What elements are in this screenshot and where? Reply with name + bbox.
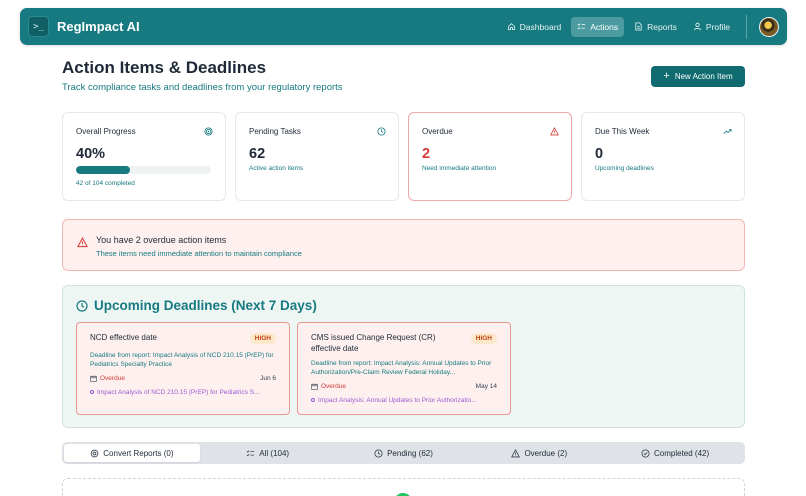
clock-icon [76, 299, 88, 312]
nav-label: Dashboard [519, 21, 562, 32]
calendar-icon [90, 375, 97, 382]
nav-divider [746, 14, 747, 39]
clock-icon [377, 127, 386, 136]
overdue-alert: You have 2 overdue action items These it… [62, 219, 745, 271]
stat-value: 62 [249, 146, 266, 162]
tab-label: Overdue (2) [524, 448, 568, 458]
stat-sub: Upcoming deadlines [595, 165, 654, 172]
plus-icon: + [663, 70, 670, 82]
report-icon [311, 398, 315, 403]
list-icon [246, 449, 255, 456]
tab-label: Completed (42) [654, 448, 710, 458]
list-check-icon [577, 23, 586, 30]
document-icon [635, 22, 642, 31]
stat-value: 0 [595, 146, 604, 162]
progress-fill [76, 166, 130, 174]
stat-card-overdue: Overdue 2 Need immediate attention [408, 112, 572, 201]
stat-card-overall-progress: Overall Progress 40% 42 of 104 completed [62, 112, 226, 201]
deadline-date: Jun 6 [260, 374, 276, 382]
deadline-card[interactable]: CMS issued Change Request (CR) effective… [297, 322, 511, 415]
stat-card-pending-tasks: Pending Tasks 62 Active action items [235, 112, 399, 201]
deadline-status: Overdue [311, 383, 346, 390]
deadline-description: Deadline from report: Impact Analysis: A… [311, 359, 492, 377]
stat-sub: Active action items [249, 165, 304, 172]
stat-value: 40% [76, 146, 106, 162]
deadline-title: CMS issued Change Request (CR) effective… [311, 333, 436, 353]
upcoming-deadlines-panel: Upcoming Deadlines (Next 7 Days) NCD eff… [62, 285, 745, 428]
report-link[interactable]: Impact Analysis: Annual Updates to Prior… [311, 397, 497, 404]
home-icon [507, 23, 515, 31]
tab-pending[interactable]: Pending (62) [336, 444, 472, 462]
stat-label: Overall Progress [76, 127, 136, 136]
app-name[interactable]: RegImpact AI [57, 19, 140, 34]
tab-completed[interactable]: Completed (42) [607, 444, 743, 462]
tab-label: Pending (62) [387, 448, 433, 458]
deadline-card[interactable]: NCD effective date HIGH Deadline from re… [76, 322, 290, 415]
calendar-icon [311, 383, 318, 390]
page-subtitle: Track compliance tasks and deadlines fro… [62, 82, 343, 93]
nav-label: Profile [705, 21, 730, 32]
nav-label: Actions [590, 21, 619, 32]
trending-up-icon [723, 129, 732, 135]
tab-overdue[interactable]: Overdue (2) [471, 444, 607, 462]
warning-icon [511, 448, 521, 457]
stat-card-due-this-week: Due This Week 0 Upcoming deadlines [581, 112, 745, 201]
status-text: Overdue [321, 382, 346, 390]
tab-label: Convert Reports (0) [103, 448, 174, 458]
report-link-text: Impact Analysis of NCD 210.15 (PrEP) for… [97, 388, 260, 396]
convert-icon [90, 449, 99, 457]
stat-label: Pending Tasks [249, 127, 301, 136]
clock-icon [374, 448, 383, 458]
user-icon [693, 22, 701, 31]
nav-dashboard[interactable]: Dashboard [501, 17, 568, 37]
stat-sub: 42 of 104 completed [76, 180, 135, 187]
check-circle-icon [641, 448, 650, 458]
stat-sub: Need immediate attention [422, 165, 497, 172]
warning-icon [77, 237, 88, 248]
new-button-label: New Action Item [674, 72, 733, 81]
stat-label: Due This Week [595, 127, 650, 136]
alert-subtitle: These items need immediate attention to … [96, 249, 302, 258]
priority-badge: HIGH [249, 333, 276, 344]
status-text: Overdue [100, 374, 125, 382]
tab-label: All (104) [259, 448, 290, 458]
deadline-status: Overdue [90, 375, 125, 382]
alert-title: You have 2 overdue action items [96, 235, 227, 245]
upcoming-title: Upcoming Deadlines (Next 7 Days) [94, 298, 317, 313]
target-icon [204, 127, 213, 136]
deadline-title: NCD effective date [90, 333, 157, 342]
nav-profile[interactable]: Profile [687, 17, 736, 37]
tab-all[interactable]: All (104) [200, 444, 336, 462]
progress-bar [76, 166, 211, 174]
nav-label: Reports [647, 21, 677, 32]
avatar[interactable] [759, 16, 779, 37]
convert-reports-dropzone[interactable] [62, 478, 745, 496]
stat-label: Overdue [422, 127, 453, 136]
page-title: Action Items & Deadlines [62, 58, 267, 77]
report-icon [90, 390, 94, 395]
deadline-date: May 14 [475, 382, 497, 390]
main-nav: Dashboard Actions Reports Profile [501, 14, 779, 39]
terminal-icon[interactable]: >_ [28, 16, 49, 37]
filter-tabs: Convert Reports (0) All (104) Pending (6… [62, 442, 745, 464]
tab-convert-reports[interactable]: Convert Reports (0) [64, 444, 200, 462]
deadline-description: Deadline from report: Impact Analysis of… [90, 351, 274, 369]
priority-badge: HIGH [470, 333, 497, 344]
top-navbar: >_ RegImpact AI Dashboard Actions Report… [20, 8, 787, 45]
nav-actions[interactable]: Actions [571, 16, 625, 37]
new-action-item-button[interactable]: + New Action Item [651, 66, 745, 87]
nav-reports[interactable]: Reports [628, 17, 683, 37]
warning-icon [550, 127, 559, 136]
stat-value: 2 [422, 146, 431, 162]
report-link[interactable]: Impact Analysis of NCD 210.15 (PrEP) for… [90, 389, 276, 396]
report-link-text: Impact Analysis: Annual Updates to Prior… [318, 396, 477, 404]
